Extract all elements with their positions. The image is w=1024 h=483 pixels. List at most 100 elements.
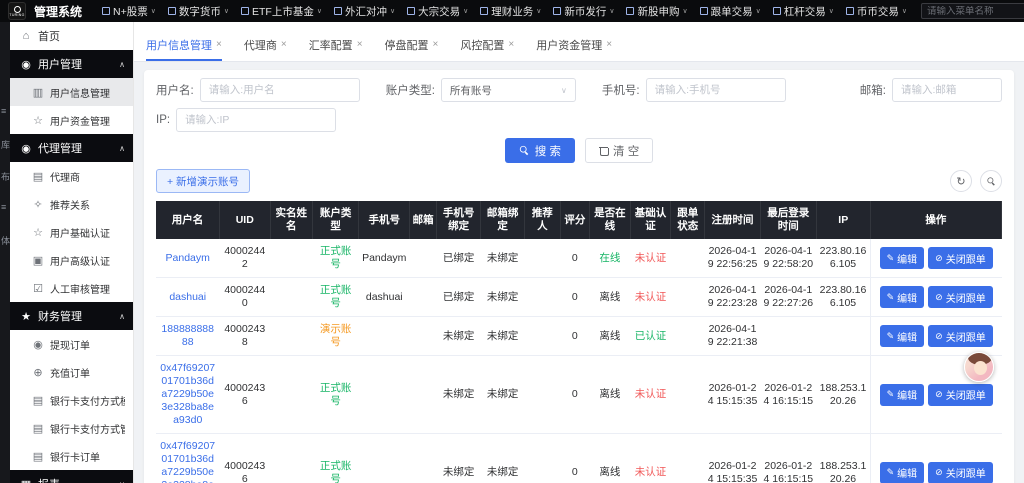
username-link[interactable]: dashuai — [169, 291, 206, 303]
sidebar-item-人工审核管理[interactable]: ☑ 人工审核管理 — [10, 274, 133, 302]
logo[interactable]: TURING — [8, 2, 26, 20]
cell: 2026-01-24 15:15:35 — [704, 433, 761, 483]
sidebar-item-充值订单[interactable]: ⊕ 充值订单 — [10, 358, 133, 386]
username-link[interactable]: 18888888888 — [161, 323, 214, 348]
edit-button[interactable]: ✎ 编辑 — [879, 286, 925, 308]
phone-input[interactable] — [645, 78, 786, 102]
top-navbar: TURING 管理系统 N+股票 ∨ 数字货币 ∨ ETF上市基金 ∨ 外汇对冲 ∨ 大宗交易 ∨… — [0, 0, 1024, 22]
cell: 40002442 — [219, 239, 271, 278]
nav-item-大宗交易[interactable]: 大宗交易 ∨ — [401, 0, 474, 22]
nav-item-ETF上市基金[interactable]: ETF上市基金 ∨ — [235, 0, 328, 22]
close-follow-button[interactable]: ⊘ 关闭跟单 — [928, 461, 993, 483]
nav-item-N+股票[interactable]: N+股票 ∨ — [96, 0, 162, 22]
account-type-select[interactable]: 所有账号 ∨ — [440, 78, 576, 102]
cell: 0 — [560, 277, 590, 317]
edit-button[interactable]: ✎ 编辑 — [879, 461, 925, 483]
service-avatar[interactable] — [964, 352, 994, 382]
email-filter: 邮箱: — [860, 78, 1002, 102]
sidebar-item-用户管理[interactable]: ◉ 用户管理 ∧ — [10, 50, 133, 78]
rail-glyph: ≡ — [1, 202, 7, 212]
close-icon[interactable]: × — [433, 40, 439, 50]
cell: 正式账号 — [312, 239, 359, 278]
close-icon[interactable]: × — [508, 40, 514, 50]
chevron-up-icon: ∧ — [119, 143, 125, 153]
username-input[interactable] — [199, 78, 360, 102]
nav-item-数字货币[interactable]: 数字货币 ∨ — [162, 0, 235, 22]
cell: 已绑定 — [436, 277, 481, 317]
clear-button[interactable]: 清 空 — [585, 138, 654, 163]
tab-用户资金管理[interactable]: 用户资金管理 × — [536, 37, 612, 61]
sidebar-item-label: 财务管理 — [38, 311, 82, 323]
nav-item-跟单交易[interactable]: 跟单交易 ∨ — [694, 0, 767, 22]
sidebar-item-推荐关系[interactable]: ✧ 推荐关系 — [10, 190, 133, 218]
account-type-filter: 账户类型: 所有账号 ∨ — [386, 78, 576, 102]
tab-用户信息管理[interactable]: 用户信息管理 × — [146, 37, 222, 61]
nav-item-外汇对冲[interactable]: 外汇对冲 ∨ — [328, 0, 401, 22]
sidebar-item-银行卡订单[interactable]: ▤ 银行卡订单 — [10, 442, 133, 470]
rail-glyph: ≡ — [1, 106, 7, 116]
tab-label: 风控配置 — [460, 40, 505, 52]
sidebar-item-提现订单[interactable]: ◉ 提现订单 — [10, 330, 133, 358]
edit-button[interactable]: ✎ 编辑 — [879, 383, 925, 406]
column-search-button[interactable] — [980, 170, 1002, 192]
cell-actions: ✎ 编辑 ⊘ 关闭跟单 — [869, 277, 1002, 317]
sidebar-item-银行卡支付方式模板[interactable]: ▤ 银行卡支付方式模板 — [10, 386, 133, 414]
cell — [670, 316, 705, 356]
add-demo-account-button[interactable]: + 新增演示账号 — [156, 169, 251, 193]
nav-item-杠杆交易[interactable]: 杠杆交易 ∨ — [767, 0, 840, 22]
menu-icon — [699, 7, 708, 15]
cell: 未认证 — [630, 239, 671, 278]
column-header-IP: IP — [816, 201, 871, 239]
close-icon[interactable]: × — [606, 40, 612, 50]
close-icon[interactable]: × — [281, 40, 287, 50]
user-info-icon: ▥ — [32, 86, 44, 99]
cell — [358, 433, 410, 483]
search-button[interactable]: 搜 索 — [504, 138, 575, 163]
column-header-跟单状态: 跟单状态 — [670, 201, 706, 239]
menu-icon — [845, 7, 854, 15]
close-follow-icon: ⊘ — [935, 330, 943, 341]
sidebar-item-用户基础认证[interactable]: ☆ 用户基础认证 — [10, 218, 133, 246]
sidebar-item-用户高级认证[interactable]: ▣ 用户高级认证 — [10, 246, 133, 274]
close-follow-button[interactable]: ⊘ 关闭跟单 — [928, 383, 993, 406]
account-type-label: 账户类型: — [385, 85, 435, 97]
nav-item-新股申购[interactable]: 新股申购 ∨ — [620, 0, 693, 22]
tab-代理商[interactable]: 代理商 × — [244, 37, 287, 61]
user-funds-icon: ☆ — [33, 114, 43, 127]
sidebar-item-报表[interactable]: ▦ 报表 ∨ — [10, 470, 133, 483]
edit-button[interactable]: ✎ 编辑 — [879, 247, 925, 269]
username-link[interactable]: 0x47f6920701701b36da7229b50e3e328ba8ea93… — [160, 440, 215, 483]
filter-row-1: 用户名: 账户类型: 所有账号 ∨ 手机号: — [156, 78, 1002, 102]
close-follow-button[interactable]: ⊘ 关闭跟单 — [928, 247, 993, 269]
sidebar-item-财务管理[interactable]: ★ 财务管理 ∧ — [10, 302, 133, 330]
column-header-手机号绑定: 手机号绑定 — [436, 201, 482, 239]
sidebar-item-代理管理[interactable]: ◉ 代理管理 ∧ — [10, 134, 133, 162]
nav-item-新币发行[interactable]: 新币发行 ∨ — [547, 0, 620, 22]
ip-input[interactable] — [176, 108, 337, 132]
nav-item-label: 数字货币 — [178, 5, 221, 18]
nav-item-label: N+股票 — [113, 5, 148, 18]
tab-汇率配置[interactable]: 汇率配置 × — [309, 37, 363, 61]
close-follow-button[interactable]: ⊘ 关闭跟单 — [928, 286, 993, 308]
close-icon[interactable]: × — [357, 40, 363, 50]
close-icon[interactable]: × — [216, 40, 222, 50]
sidebar-item-首页[interactable]: ⌂ 首页 — [10, 22, 133, 50]
email-input[interactable] — [892, 78, 1002, 102]
nav-item-币币交易[interactable]: 币币交易 ∨ — [840, 0, 913, 22]
tab-停盘配置[interactable]: 停盘配置 × — [385, 37, 439, 61]
username-link[interactable]: Pandaym — [166, 252, 210, 264]
nav-item-理财业务[interactable]: 理财业务 ∨ — [474, 0, 547, 22]
sidebar-item-银行卡支付方式管理[interactable]: ▤ 银行卡支付方式管理 — [10, 414, 133, 442]
close-follow-button[interactable]: ⊘ 关闭跟单 — [928, 325, 993, 347]
sidebar-item-用户信息管理[interactable]: ▥ 用户信息管理 — [10, 78, 133, 106]
tab-风控配置[interactable]: 风控配置 × — [460, 37, 514, 61]
menu-search-input[interactable] — [926, 5, 1019, 17]
column-header-账户类型: 账户类型 — [312, 201, 360, 239]
close-follow-icon: ⊘ — [935, 291, 943, 302]
username-link[interactable]: 0x47f6920701701b36da7229b50e3e328ba8ea93… — [160, 362, 215, 426]
sidebar-item-label: 用户资金管理 — [50, 116, 110, 128]
sidebar-item-代理商[interactable]: ▤ 代理商 — [10, 162, 133, 190]
edit-button[interactable]: ✎ 编辑 — [879, 325, 925, 347]
refresh-button[interactable]: ↻ — [950, 170, 972, 192]
sidebar-item-用户资金管理[interactable]: ☆ 用户资金管理 — [10, 106, 133, 134]
